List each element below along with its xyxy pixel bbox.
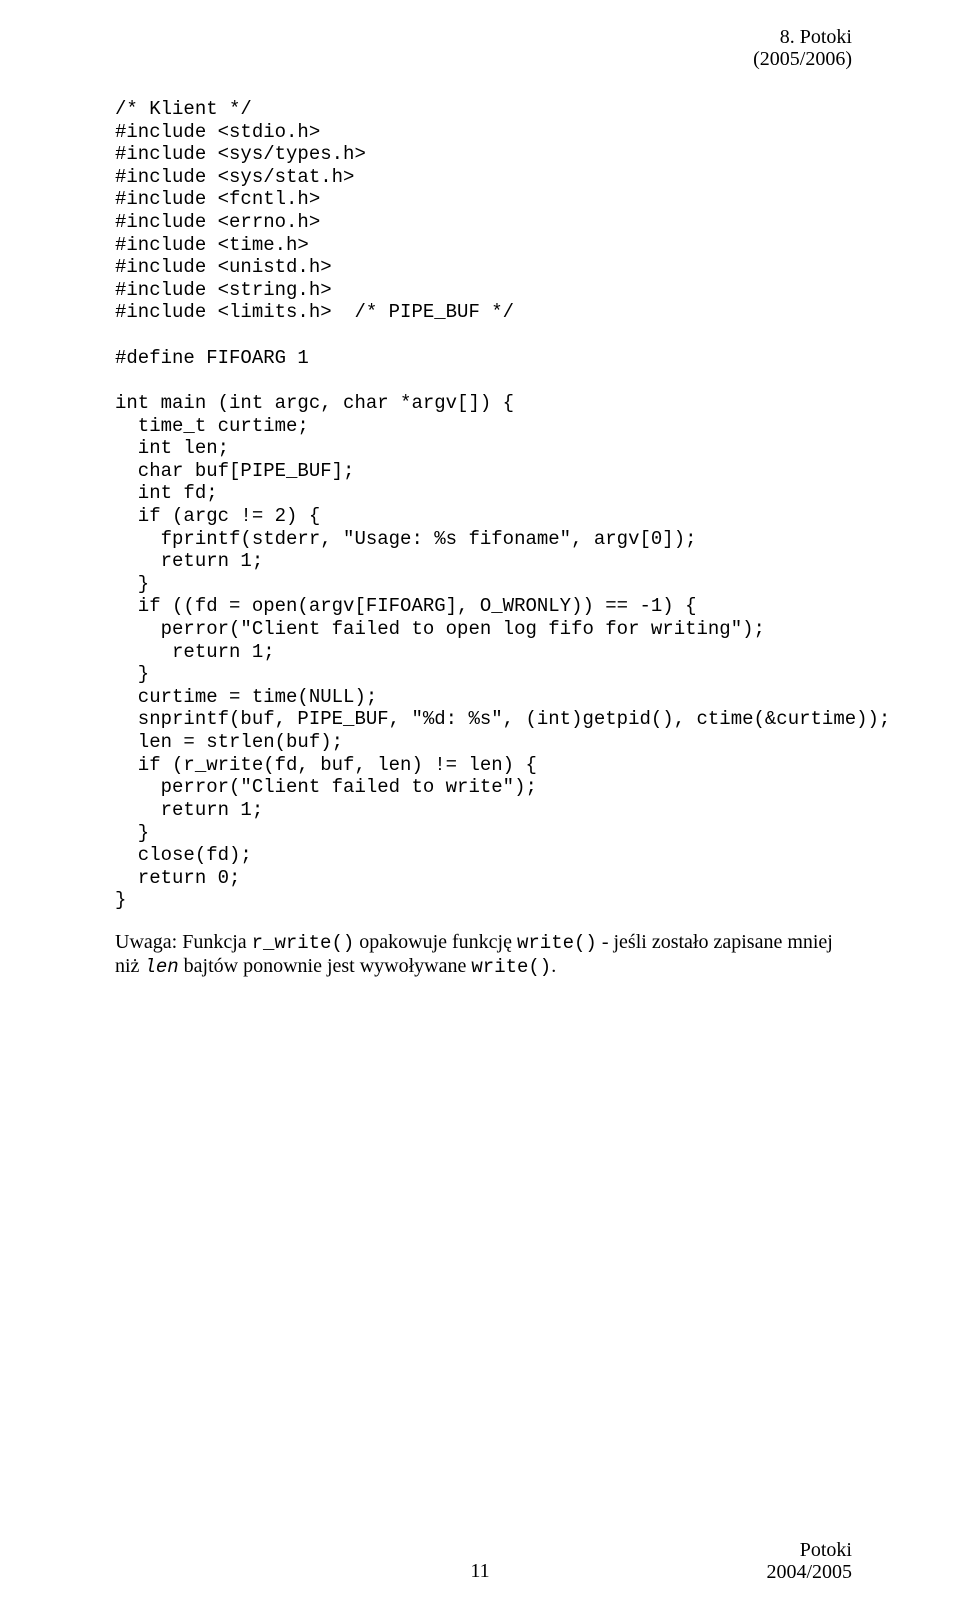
note-text: opakowuje funkcję <box>354 931 517 953</box>
header-year: (2005/2006) <box>753 48 852 70</box>
footer-title: Potoki <box>766 1539 852 1561</box>
note-code: r_write() <box>252 932 355 954</box>
header-title: 8. Potoki <box>753 26 852 48</box>
footer-year: 2004/2005 <box>766 1561 852 1583</box>
note-code: write() <box>517 932 597 954</box>
page-header: 8. Potoki (2005/2006) <box>753 26 852 70</box>
note-paragraph: Uwaga: Funkcja r_write() opakowuje funkc… <box>115 931 850 979</box>
note-code-italic: len <box>144 956 178 978</box>
note-text: . <box>551 955 556 977</box>
note-text: Uwaga: Funkcja <box>115 931 252 953</box>
code-listing: /* Klient */ #include <stdio.h> #include… <box>115 98 850 912</box>
page-body: /* Klient */ #include <stdio.h> #include… <box>0 0 960 979</box>
note-code: write() <box>471 956 551 978</box>
footer-right: Potoki 2004/2005 <box>766 1539 852 1583</box>
note-text: bajtów ponownie jest wywoływane <box>179 955 472 977</box>
